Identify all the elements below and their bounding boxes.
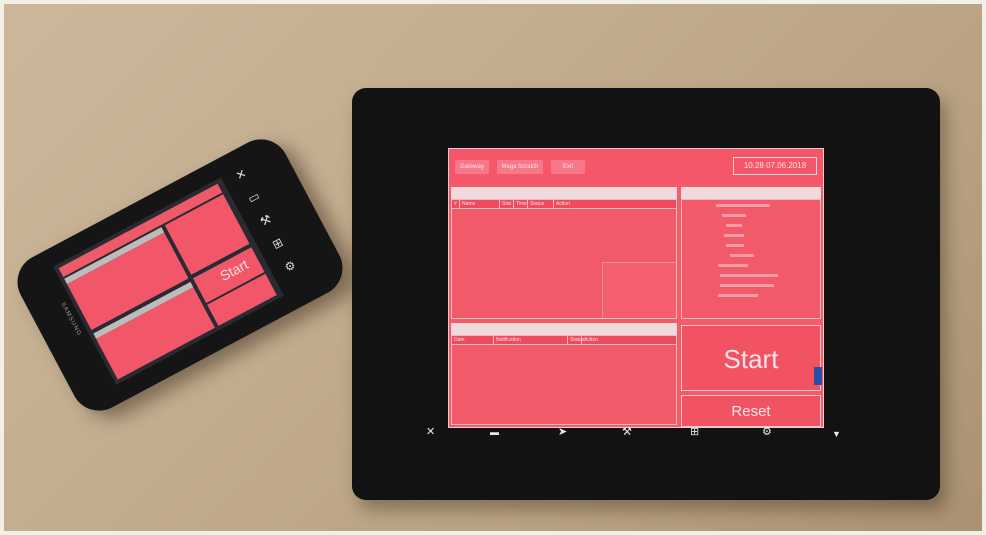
col-index: #	[452, 200, 460, 209]
info-line	[720, 274, 778, 277]
top-menu-bar: Gateway Mega Scratch Exit 10:28 07.06.20…	[449, 149, 823, 185]
notifications-table-header: Date Notification Status Action	[452, 336, 676, 345]
info-line	[722, 214, 746, 217]
col-status: Status	[528, 200, 554, 209]
menu-mega-scratch-button[interactable]: Mega Scratch	[497, 160, 543, 174]
keyboard-icon[interactable]: ▬	[490, 426, 499, 438]
menu-exit-button[interactable]: Exit	[551, 160, 585, 174]
preview-area	[602, 262, 676, 318]
info-line	[724, 234, 744, 237]
col-action-2: Action	[584, 337, 598, 343]
notifications-panel-title	[451, 323, 677, 335]
smartphone: SAMSUNG Start ✕ ▭ ⚒ ⊞ ⚙	[7, 129, 353, 421]
info-line	[726, 224, 742, 227]
start-button[interactable]: Start	[681, 325, 821, 391]
col-stat: Stat	[500, 200, 514, 209]
wrench-icon[interactable]: ⚒	[622, 426, 632, 438]
jobs-table-header: # Name Stat Time Status Action	[452, 200, 676, 209]
info-line	[726, 244, 744, 247]
reset-button[interactable]: Reset	[681, 395, 821, 427]
gear-icon[interactable]: ⚙	[282, 258, 298, 275]
info-panel-title	[681, 187, 821, 199]
col-status-2: Status	[570, 336, 585, 345]
jobs-panel-title	[451, 187, 677, 199]
info-line	[718, 264, 748, 267]
info-line	[720, 284, 774, 287]
info-line	[716, 204, 770, 207]
windows-icon[interactable]: ⊞	[690, 426, 699, 438]
tablet-screen: Gateway Mega Scratch Exit 10:28 07.06.20…	[448, 148, 824, 428]
col-action: Action	[556, 201, 570, 207]
col-name: Name	[460, 200, 500, 209]
dropdown-icon[interactable]: ▼	[832, 428, 841, 440]
phone-screen: Start	[53, 177, 284, 385]
info-line	[718, 294, 758, 297]
close-icon[interactable]: ✕	[233, 166, 248, 183]
wrench-icon[interactable]: ⚒	[258, 212, 274, 229]
col-date: Date	[452, 336, 494, 345]
clock-display: 10:28 07.06.2018	[733, 157, 817, 175]
side-scroll-tab[interactable]	[814, 367, 822, 385]
info-line	[730, 254, 754, 257]
cursor-icon[interactable]: ➤	[558, 426, 567, 438]
jobs-table: # Name Stat Time Status Action	[451, 199, 677, 319]
col-notification: Notification	[494, 336, 568, 345]
menu-gateway-button[interactable]: Gateway	[455, 160, 489, 174]
notifications-table: Date Notification Status Action	[451, 335, 677, 425]
col-time: Time	[516, 200, 528, 209]
gear-icon[interactable]: ⚙	[762, 426, 772, 438]
windows-icon[interactable]: ⊞	[270, 235, 285, 252]
tablet: Gateway Mega Scratch Exit 10:28 07.06.20…	[352, 88, 940, 500]
keyboard-icon[interactable]: ▭	[246, 188, 263, 206]
close-icon[interactable]: ✕	[426, 426, 435, 438]
info-panel	[681, 199, 821, 319]
